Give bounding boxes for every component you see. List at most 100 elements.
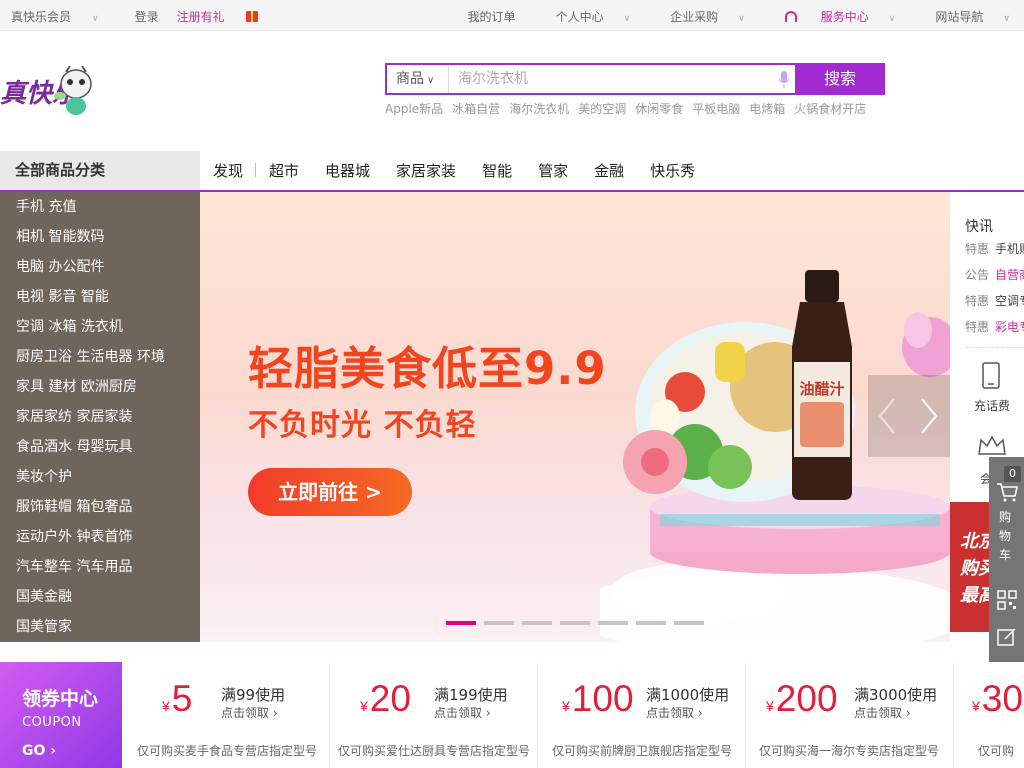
carousel-dot[interactable] <box>484 621 514 625</box>
site-nav-link[interactable]: 网站导航 ∨ <box>915 8 1010 25</box>
category-item[interactable]: 美妆个护 <box>0 462 200 492</box>
chevron-down-icon: ∨ <box>738 14 745 24</box>
carousel-dot[interactable] <box>636 621 666 625</box>
category-item[interactable]: 手机 充值 <box>0 192 200 222</box>
coupon-claim-link[interactable]: 点击领取 › <box>434 704 491 721</box>
coupon-claim-link[interactable]: 点击领取 › <box>221 704 278 721</box>
category-item[interactable]: 家具 建材 欧洲厨房 <box>0 372 200 402</box>
nav-item-discover[interactable]: 发现 <box>200 160 257 181</box>
hot-search-words: Apple新品 冰箱自营 海尔洗衣机 美的空调 休闲零食 平板电脑 电烤箱 火锅… <box>385 100 875 117</box>
coupon-condition: 满99使用 <box>221 686 286 704</box>
coupon-claim-label: 点击领取 <box>434 706 483 720</box>
category-item[interactable]: 服饰鞋帽 箱包奢品 <box>0 492 200 522</box>
category-item[interactable]: 家居家纺 家居家装 <box>0 402 200 432</box>
coupon-card[interactable]: ¥5 满99使用 点击领取 › 仅可购买麦手食品专营店指定型号 <box>122 662 329 768</box>
carousel-dot[interactable] <box>598 621 628 625</box>
site-nav-label: 网站导航 <box>935 10 984 24</box>
hot-word-link[interactable]: 火锅食材开店 <box>794 100 866 117</box>
search-input[interactable] <box>450 65 795 93</box>
nav-item-smart[interactable]: 智能 <box>469 160 525 181</box>
search-button[interactable]: 搜索 <box>795 63 885 95</box>
coupon-go-button[interactable]: GO › <box>22 743 122 759</box>
coupon-description: 仅可购 <box>978 744 1015 758</box>
cart-label[interactable]: 购物车 <box>999 508 1013 565</box>
hot-word-link[interactable]: 平板电脑 <box>692 100 740 117</box>
coupon-center-subtitle: COUPON <box>22 715 82 730</box>
hot-word-link[interactable]: Apple新品 <box>385 100 443 117</box>
service-center-label: 服务中心 <box>820 10 869 24</box>
register-label: 注册有礼 <box>176 10 225 24</box>
nav-item-supermarket[interactable]: 超市 <box>256 160 312 181</box>
category-item[interactable]: 相机 智能数码 <box>0 222 200 252</box>
cart-count-badge: 0 <box>1004 466 1021 482</box>
category-item[interactable]: 食品酒水 母婴玩具 <box>0 432 200 462</box>
login-link[interactable]: 登录 <box>135 8 159 25</box>
coupon-description: 仅可购买麦手食品专营店指定型号 <box>137 744 318 758</box>
category-item[interactable]: 厨房卫浴 生活电器 环境 <box>0 342 200 372</box>
category-item[interactable]: 国美金融 <box>0 582 200 612</box>
category-item[interactable]: 空调 冰箱 洗衣机 <box>0 312 200 342</box>
member-link[interactable]: 真快乐会员 ∨ <box>11 8 117 25</box>
qr-code-icon[interactable] <box>997 590 1017 610</box>
hero-banner[interactable]: 油醋汁 轻脂美食低至9.9 不负时光 不负轻 立即前往 > <box>200 192 950 642</box>
hot-word-link[interactable]: 海尔洗衣机 <box>509 100 569 117</box>
category-item[interactable]: 汽车整车 汽车用品 <box>0 552 200 582</box>
coupon-amount: ¥5 <box>162 678 193 719</box>
nav-item-finance[interactable]: 金融 <box>581 160 637 181</box>
news-item[interactable]: 公告自营商 <box>965 266 1024 292</box>
category-item[interactable]: 国美管家 <box>0 612 200 642</box>
category-item[interactable]: 电脑 办公配件 <box>0 252 200 282</box>
nav-item-butler[interactable]: 管家 <box>525 160 581 181</box>
phone-icon[interactable] <box>982 362 1000 389</box>
banner-title: 轻脂美食低至9.9 <box>248 342 607 395</box>
nav-item-happy-show[interactable]: 快乐秀 <box>637 160 708 181</box>
banner-cta-button[interactable]: 立即前往 > <box>248 468 412 516</box>
cart-icon[interactable] <box>996 482 1018 502</box>
gift-icon <box>245 11 258 22</box>
coupon-card[interactable]: ¥100 满1000使用 点击领取 › 仅可购买前牌厨卫旗舰店指定型号 <box>538 662 745 768</box>
crown-icon[interactable] <box>977 434 1007 456</box>
news-item[interactable]: 特惠空调专 <box>965 292 1024 318</box>
news-item[interactable]: 特惠彩电专 <box>965 318 1024 344</box>
nav-item-appliances[interactable]: 电器城 <box>312 160 383 181</box>
search-category-select[interactable]: 商品 ∨ <box>387 65 449 93</box>
carousel-dot[interactable] <box>522 621 552 625</box>
register-link[interactable]: 注册有礼 <box>177 8 276 25</box>
coupon-center-link[interactable]: 领券中心 COUPON GO › <box>0 662 122 768</box>
all-categories-button[interactable]: 全部商品分类 <box>0 151 200 190</box>
service-center-link[interactable]: 服务中心 ∨ <box>765 8 895 25</box>
coupon-amount-value: 200 <box>775 678 838 719</box>
my-orders-link[interactable]: 我的订单 <box>468 8 516 25</box>
carousel-dot[interactable] <box>560 621 590 625</box>
category-item[interactable]: 电视 影音 智能 <box>0 282 200 312</box>
hot-word-link[interactable]: 电烤箱 <box>749 100 785 117</box>
enterprise-link[interactable]: 企业采购 ∨ <box>650 8 745 25</box>
coupon-card[interactable]: ¥200 满3000使用 点击领取 › 仅可购买海一海尔专卖店指定型号 <box>746 662 953 768</box>
site-logo[interactable]: 真快乐 <box>0 62 100 120</box>
coupon-claim-link[interactable]: 点击领取 › <box>854 704 911 721</box>
coupon-claim-label: 点击领取 <box>646 706 695 720</box>
chevron-down-icon: ∨ <box>623 14 631 24</box>
banner-product-label: 油醋汁 <box>799 380 844 398</box>
coupon-description: 仅可购买海一海尔专卖店指定型号 <box>759 744 940 758</box>
hot-word-link[interactable]: 美的空调 <box>578 100 626 117</box>
coupon-amount: ¥20 <box>360 678 411 719</box>
hot-word-link[interactable]: 休闲零食 <box>635 100 683 117</box>
main-nav: 全部商品分类 发现 超市 电器城 家居家装 智能 管家 金融 快乐秀 <box>0 151 1024 192</box>
news-heading: 快讯 <box>965 219 993 235</box>
carousel-dot[interactable] <box>446 621 476 625</box>
microphone-icon[interactable] <box>779 71 789 88</box>
hot-word-link[interactable]: 冰箱自营 <box>452 100 500 117</box>
news-item[interactable]: 特惠手机赚 <box>965 240 1024 266</box>
coupon-claim-link[interactable]: 点击领取 › <box>646 704 703 721</box>
recharge-label[interactable]: 充话费 <box>974 397 1010 414</box>
coupon-card[interactable]: ¥30 仅可购 <box>954 662 1024 768</box>
carousel-dot[interactable] <box>674 621 704 625</box>
feedback-icon[interactable] <box>997 627 1017 647</box>
personal-center-link[interactable]: 个人中心 ∨ <box>536 8 631 25</box>
nav-item-home[interactable]: 家居家装 <box>383 160 469 181</box>
coupon-description: 仅可购买爱仕达厨具专营店指定型号 <box>338 744 531 758</box>
banner-next-button[interactable] <box>868 375 950 457</box>
coupon-card[interactable]: ¥20 满199使用 点击领取 › 仅可购买爱仕达厨具专营店指定型号 <box>330 662 537 768</box>
category-item[interactable]: 运动户外 钟表首饰 <box>0 522 200 552</box>
